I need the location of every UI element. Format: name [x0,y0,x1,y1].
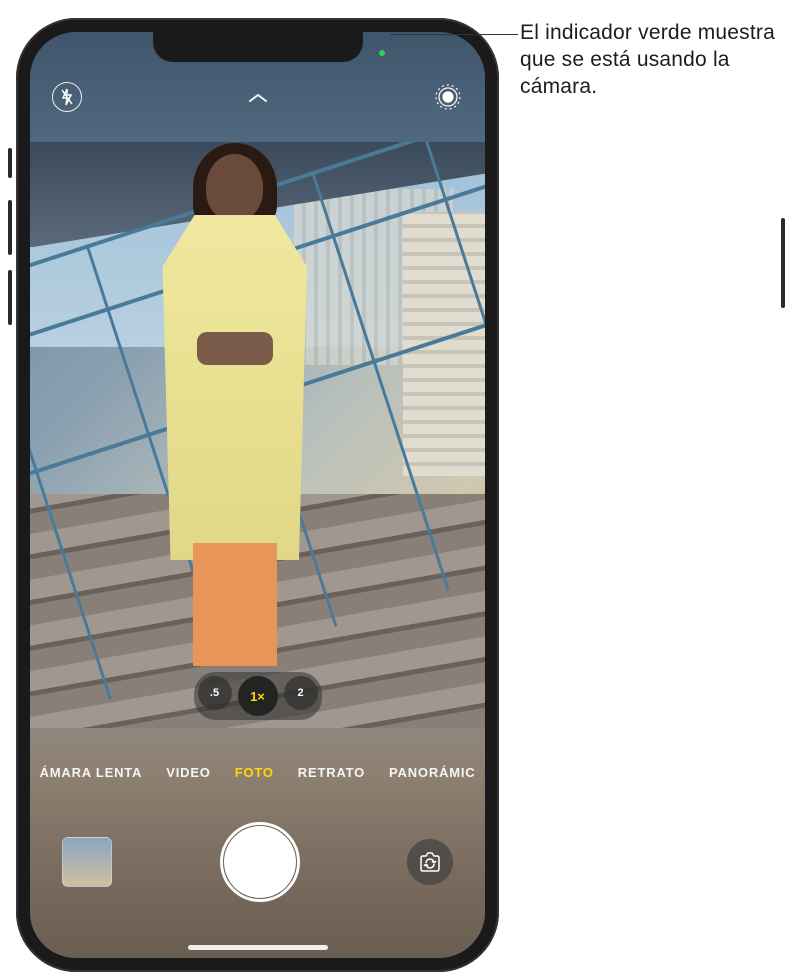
top-controls-bar [30,72,485,122]
mode-portrait[interactable]: RETRATO [298,765,365,780]
chevron-up-icon [247,92,269,104]
settings-drawer-toggle[interactable] [247,84,269,110]
scene-preview [30,142,485,728]
flash-off-icon [60,88,74,106]
live-photo-toggle[interactable] [433,82,463,112]
mode-video[interactable]: VIDEO [166,765,210,780]
zoom-0.5x-button[interactable]: .5 [198,676,232,710]
zoom-2x-button[interactable]: 2 [284,676,318,710]
mode-slow-motion[interactable]: ÁMARA LENTA [40,765,143,780]
mute-switch[interactable] [8,148,12,178]
side-button[interactable] [781,218,785,308]
callout-annotation: El indicador verde muestra que se está u… [520,20,790,101]
mode-panorama[interactable]: PANORÁMIC [389,765,475,780]
camera-viewfinder[interactable] [30,142,485,728]
flash-toggle-button[interactable] [52,82,82,112]
flip-camera-button[interactable] [407,839,453,885]
mode-photo[interactable]: FOTO [235,765,274,780]
callout-text: El indicador verde muestra que se está u… [520,20,790,101]
camera-mode-selector[interactable]: ÁMARA LENTA VIDEO FOTO RETRATO PANORÁMIC [30,765,485,780]
zoom-control-group: .5 1× 2 [194,672,322,720]
bottom-controls-bar [30,826,485,898]
display-notch [153,32,363,62]
phone-frame: .5 1× 2 ÁMARA LENTA VIDEO FOTO RETRATO P… [16,18,499,972]
volume-up-button[interactable] [8,200,12,255]
flip-camera-icon [417,851,443,873]
home-indicator[interactable] [188,945,328,950]
live-photo-icon [435,84,461,110]
shutter-button[interactable] [224,826,296,898]
volume-down-button[interactable] [8,270,12,325]
zoom-1x-button[interactable]: 1× [238,676,278,716]
camera-in-use-indicator [379,50,385,56]
last-photo-thumbnail[interactable] [62,837,112,887]
camera-app-screen: .5 1× 2 ÁMARA LENTA VIDEO FOTO RETRATO P… [30,32,485,958]
